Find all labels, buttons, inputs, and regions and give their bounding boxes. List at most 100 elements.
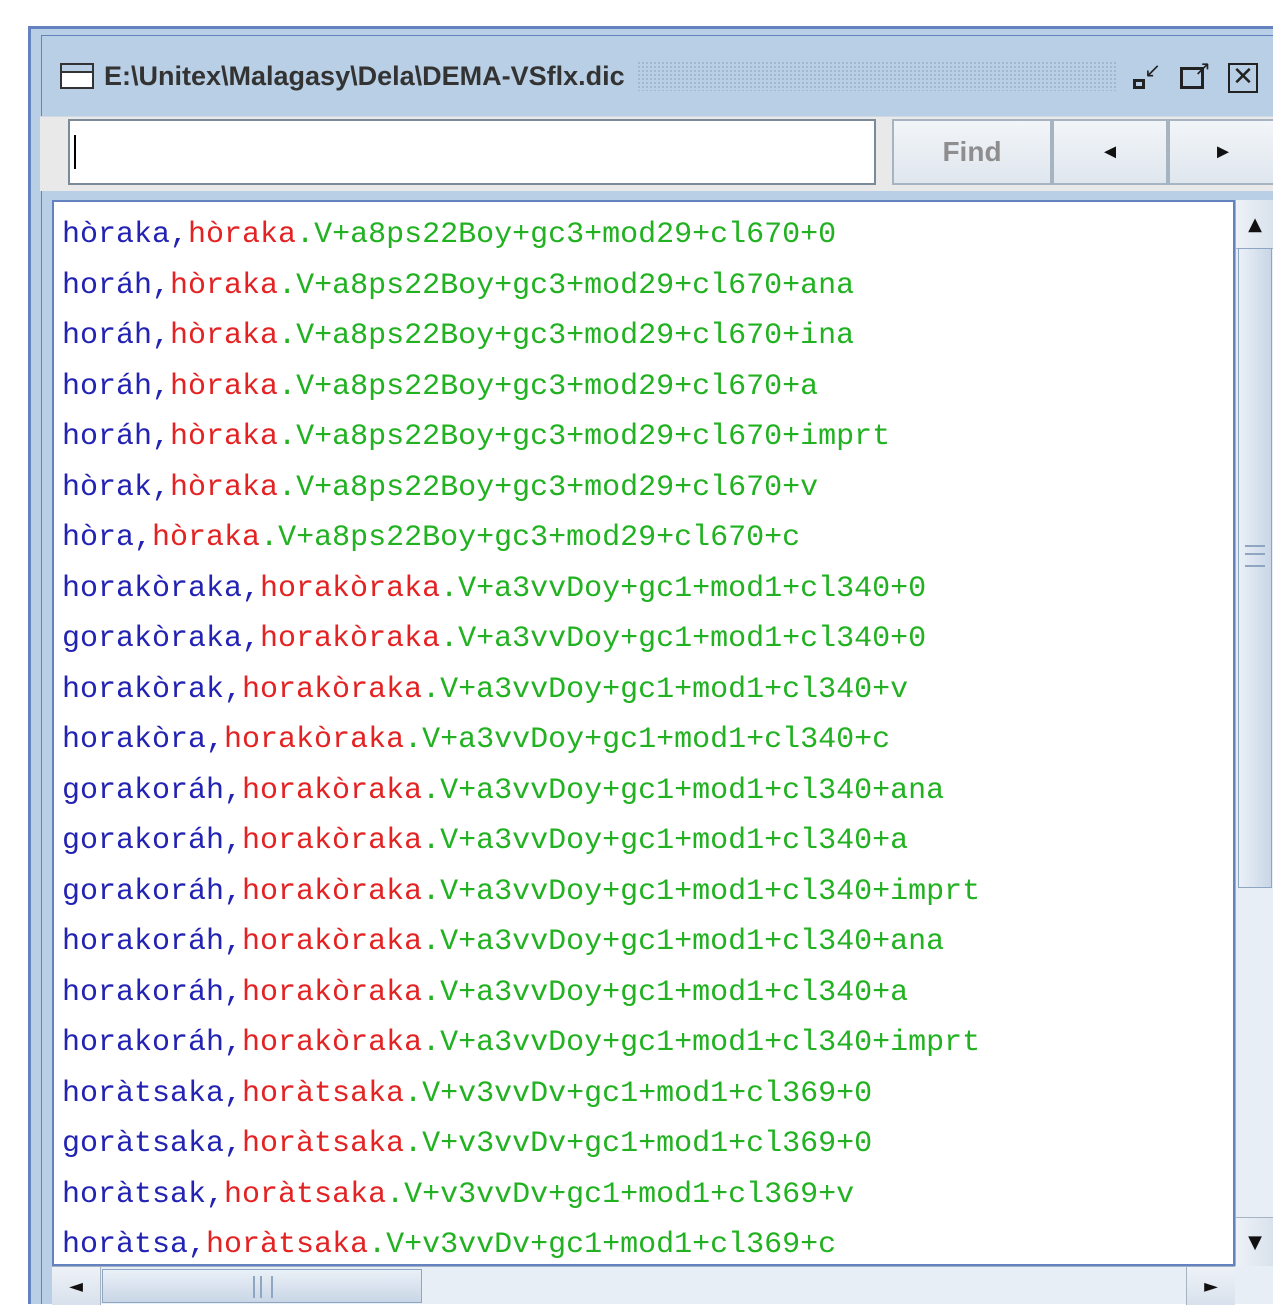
separator-comma: , [224, 975, 243, 1010]
separator-comma: , [242, 571, 261, 606]
inflected-form: hòrak [62, 470, 153, 505]
dictionary-entry: horakoráh,horakòraka.V+a3vvDoy+gc1+mod1+… [62, 968, 980, 1019]
iconify-icon [1133, 79, 1145, 89]
inflected-form: gorakoráh [62, 874, 225, 909]
separator-dot: . [386, 1177, 405, 1212]
separator-comma: , [206, 723, 225, 757]
lemma-form: hòraka [170, 268, 279, 303]
dictionary-entry: horakòrak,horakòraka.V+a3vvDoy+gc1+mod1+… [62, 665, 980, 716]
find-button[interactable]: Find [892, 119, 1052, 185]
inflected-form: gorakoráh [62, 824, 225, 858]
previous-button[interactable]: ◄ [1052, 119, 1168, 185]
separator-comma: , [224, 874, 243, 909]
grammatical-codes: V+a8ps22Boy+gc3+mod29+cl670+0 [314, 218, 837, 252]
separator-dot: . [278, 319, 297, 353]
inflected-form: gorakòraka [62, 622, 243, 656]
inflected-form: horáh [62, 369, 153, 404]
dictionary-entry: horáh,hòraka.V+a8ps22Boy+gc3+mod29+cl670… [62, 362, 980, 413]
inflected-form: horakòraka [62, 571, 243, 606]
separator-comma: , [170, 218, 189, 252]
lemma-form: hòraka [188, 218, 297, 252]
dictionary-entry: horáh,hòraka.V+a8ps22Boy+gc3+mod29+cl670… [62, 311, 980, 362]
lemma-form: horakòraka [242, 824, 423, 858]
dictionary-entry: hòraka,hòraka.V+a8ps22Boy+gc3+mod29+cl67… [62, 210, 980, 261]
scroll-left-button[interactable]: ◄ [52, 1267, 101, 1305]
separator-comma: , [224, 1076, 243, 1111]
scroll-down-button[interactable]: ▼ [1236, 1217, 1273, 1266]
next-button[interactable]: ► [1168, 119, 1273, 185]
separator-comma: , [224, 824, 243, 858]
grammatical-codes: V+a3vvDoy+gc1+mod1+cl340+0 [458, 571, 927, 606]
dictionary-entry: gorakoráh,horakòraka.V+a3vvDoy+gc1+mod1+… [62, 816, 980, 867]
inflected-form: gorakoráh [62, 773, 225, 808]
inflected-form: goràtsaka [62, 1127, 225, 1161]
scrollbar-corner [1235, 1266, 1273, 1304]
separator-comma: , [224, 773, 243, 808]
dictionary-entry: horáh,hòraka.V+a8ps22Boy+gc3+mod29+cl670… [62, 412, 980, 463]
separator-comma: , [206, 1177, 225, 1212]
lemma-form: horakòraka [242, 773, 423, 808]
grammatical-codes: V+a3vvDoy+gc1+mod1+cl340+ana [440, 773, 945, 808]
dictionary-entry: horakoráh,horakòraka.V+a3vvDoy+gc1+mod1+… [62, 917, 980, 968]
separator-dot: . [278, 470, 297, 505]
separator-dot: . [404, 1076, 423, 1111]
dictionary-entry: gorakoráh,horakòraka.V+a3vvDoy+gc1+mod1+… [62, 867, 980, 918]
scroll-up-button[interactable]: ▲ [1236, 200, 1273, 249]
separator-comma: , [188, 1228, 207, 1262]
grammatical-codes: V+a8ps22Boy+gc3+mod29+cl670+a [296, 369, 819, 404]
maximize-button[interactable]: ↗ [1177, 56, 1211, 93]
inflected-form: hòraka [62, 218, 171, 252]
dictionary-text-area[interactable]: hòraka,hòraka.V+a8ps22Boy+gc3+mod29+cl67… [52, 200, 1235, 1266]
arrow-right-icon: ► [1204, 1275, 1218, 1297]
separator-dot: . [296, 218, 315, 252]
separator-dot: . [422, 925, 441, 959]
grammatical-codes: V+v3vvDv+gc1+mod1+cl369+c [386, 1228, 837, 1262]
inflected-form: horakoráh [62, 1026, 225, 1060]
inflected-form: horáh [62, 420, 153, 454]
vertical-scroll-thumb[interactable] [1238, 248, 1272, 888]
grammatical-codes: V+a8ps22Boy+gc3+mod29+cl670+imprt [296, 420, 891, 454]
lemma-form: hòraka [170, 319, 279, 353]
grammatical-codes: V+a3vvDoy+gc1+mod1+cl340+a [440, 975, 909, 1010]
scroll-right-button[interactable]: ► [1186, 1267, 1235, 1305]
grammatical-codes: V+v3vvDv+gc1+mod1+cl369+v [404, 1177, 855, 1212]
arrow-right-icon: ► [1213, 140, 1233, 163]
grammatical-codes: V+a8ps22Boy+gc3+mod29+cl670+ana [296, 268, 855, 303]
search-input[interactable] [68, 119, 876, 185]
arrow-left-icon: ◄ [1100, 140, 1120, 163]
lemma-form: horakòraka [224, 723, 405, 757]
inflected-form: horakoráh [62, 975, 225, 1010]
title-bar[interactable]: E:\Unitex\Malagasy\Dela\DEMA-VSflx.dic ↙… [52, 48, 1273, 104]
separator-comma: , [152, 268, 171, 303]
grammatical-codes: V+a3vvDoy+gc1+mod1+cl340+a [440, 824, 909, 858]
lemma-form: horàtsaka [242, 1076, 405, 1111]
dictionary-entry: horakòraka,horakòraka.V+a3vvDoy+gc1+mod1… [62, 564, 980, 615]
arrow-down-icon: ▼ [1248, 1231, 1262, 1253]
horizontal-scroll-thumb[interactable] [102, 1269, 422, 1303]
inflected-form: horàtsaka [62, 1076, 225, 1111]
dictionary-entry: gorakòraka,horakòraka.V+a3vvDoy+gc1+mod1… [62, 614, 980, 665]
grammatical-codes: V+v3vvDv+gc1+mod1+cl369+0 [422, 1076, 873, 1111]
lemma-form: hòraka [152, 521, 261, 555]
grammatical-codes: V+a8ps22Boy+gc3+mod29+cl670+ina [296, 319, 855, 353]
vertical-scrollbar[interactable]: ▲ ▼ [1235, 200, 1273, 1266]
lemma-form: horàtsaka [242, 1127, 405, 1161]
iconify-button[interactable]: ↙ [1129, 58, 1163, 93]
inflected-form: horakòra [62, 723, 207, 757]
grip-icon [253, 1276, 273, 1298]
horizontal-scrollbar[interactable]: ◄ ► [52, 1266, 1235, 1305]
separator-dot: . [422, 672, 441, 707]
separator-comma: , [152, 319, 171, 353]
title-bar-texture [636, 61, 1117, 91]
lemma-form: horakòraka [242, 874, 423, 909]
lemma-form: hòraka [170, 369, 279, 404]
lemma-form: horakòraka [260, 622, 441, 656]
close-button[interactable]: ✕ [1225, 59, 1259, 93]
dictionary-entry: horàtsaka,horàtsaka.V+v3vvDv+gc1+mod1+cl… [62, 1069, 980, 1120]
dictionary-entry: horàtsa,horàtsaka.V+v3vvDv+gc1+mod1+cl36… [62, 1220, 980, 1264]
separator-dot: . [404, 723, 423, 757]
separator-comma: , [224, 672, 243, 707]
search-bar: Find ◄ ► [40, 116, 1273, 191]
window-icon[interactable] [60, 63, 94, 89]
separator-comma: , [152, 470, 171, 505]
